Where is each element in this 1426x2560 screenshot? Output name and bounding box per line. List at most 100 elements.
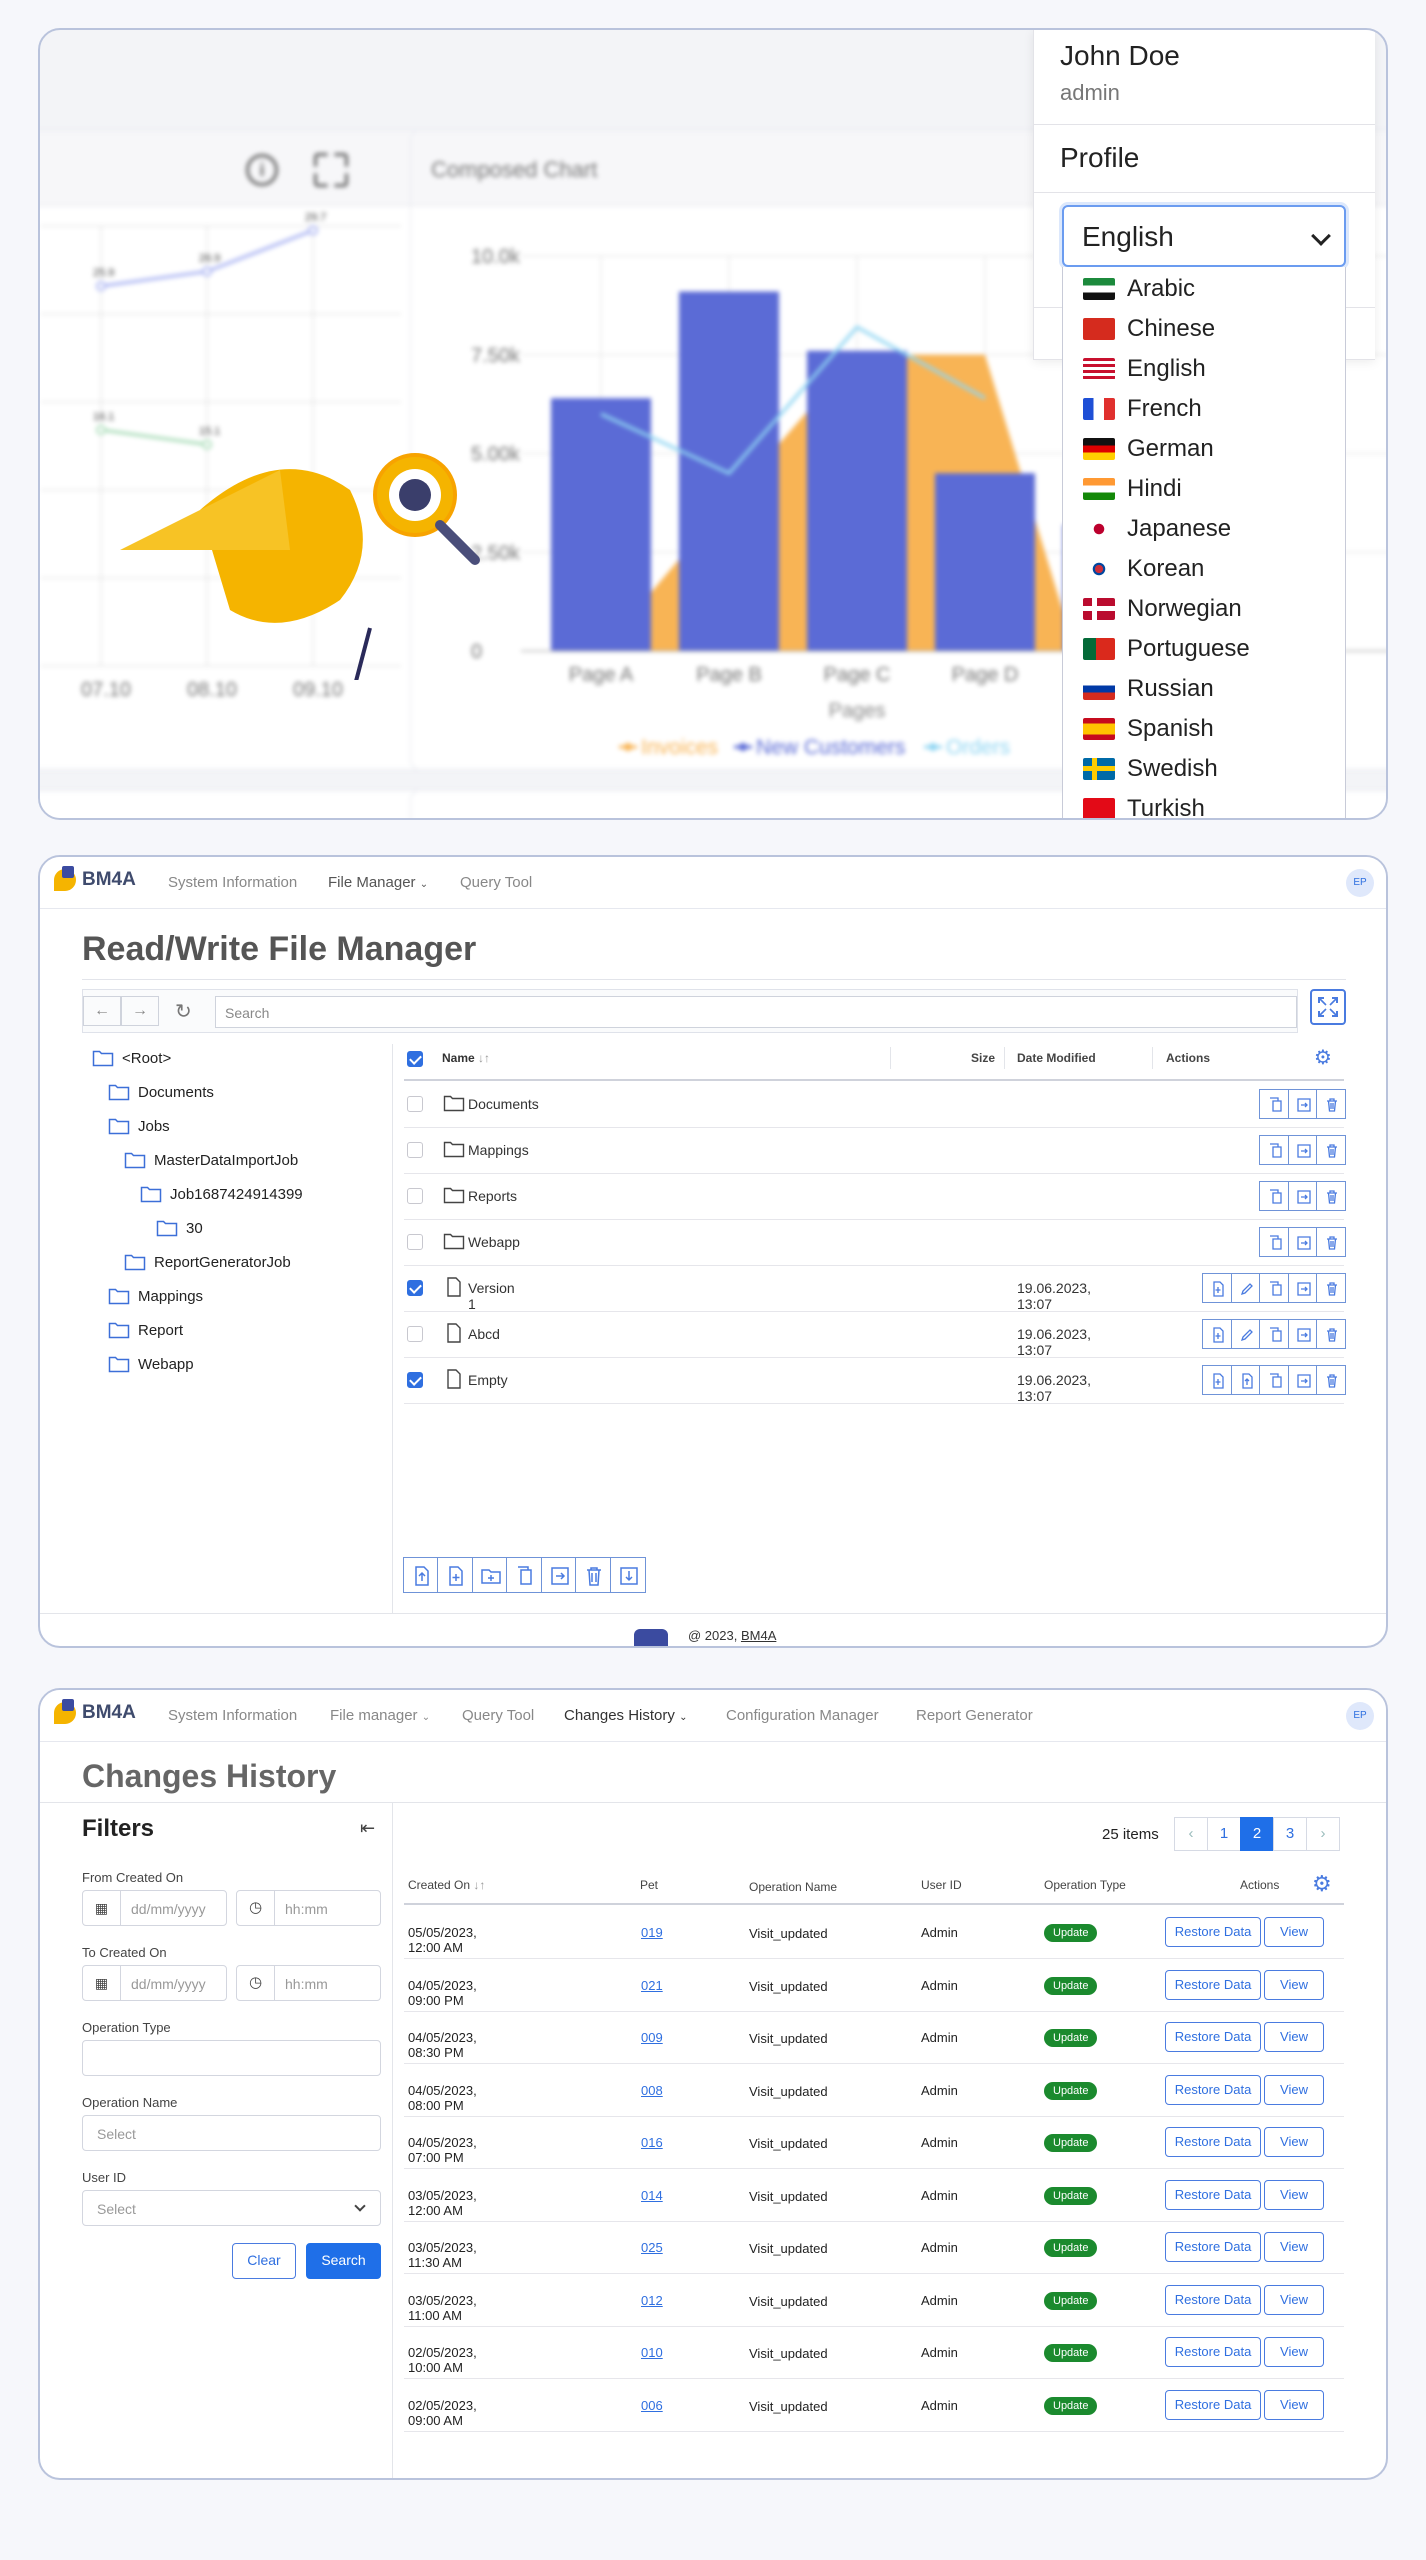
- copy-button[interactable]: [1259, 1089, 1289, 1119]
- delete-button[interactable]: [1316, 1319, 1346, 1349]
- tree-item[interactable]: Jobs: [108, 1117, 170, 1135]
- language-option-spanish[interactable]: Spanish: [1083, 711, 1214, 747]
- restore-data-button[interactable]: Restore Data: [1165, 1969, 1261, 2000]
- row-checkbox[interactable]: [407, 1188, 423, 1204]
- pet-link[interactable]: 025: [641, 2240, 663, 2255]
- language-option-english[interactable]: English: [1083, 351, 1206, 387]
- tree-item[interactable]: <Root>: [92, 1049, 171, 1067]
- pet-link[interactable]: 010: [641, 2345, 663, 2360]
- file-name[interactable]: Webapp: [468, 1234, 520, 1250]
- language-option-arabic[interactable]: Arabic: [1083, 271, 1195, 307]
- tree-item[interactable]: Job1687424914399: [140, 1185, 303, 1203]
- file-name[interactable]: Documents: [468, 1096, 539, 1112]
- language-option-korean[interactable]: Korean: [1083, 551, 1204, 587]
- delete-button[interactable]: [575, 1557, 611, 1593]
- app-logo[interactable]: BM4A: [54, 866, 136, 891]
- file-name[interactable]: Empty: [468, 1372, 508, 1388]
- pagination-page-2[interactable]: 2: [1240, 1817, 1274, 1851]
- file-name[interactable]: Mappings: [468, 1142, 529, 1158]
- refresh-icon[interactable]: ↻: [175, 999, 192, 1024]
- restore-data-button[interactable]: Restore Data: [1165, 1917, 1261, 1947]
- nav-changes-history[interactable]: Changes History ⌄: [564, 1707, 687, 1724]
- delete-button[interactable]: [1316, 1181, 1346, 1211]
- footer-link[interactable]: BM4A: [741, 1628, 776, 1643]
- settings-gear-icon[interactable]: ⚙: [1314, 1045, 1332, 1070]
- copy-button[interactable]: [506, 1557, 542, 1593]
- new-folder-button[interactable]: [471, 1557, 508, 1593]
- from-date-input[interactable]: ▦ dd/mm/yyyy: [82, 1890, 227, 1926]
- pet-link[interactable]: 019: [641, 1925, 663, 1940]
- language-option-russian[interactable]: Russian: [1083, 671, 1214, 707]
- move-button[interactable]: [1287, 1365, 1318, 1395]
- pagination-page-3[interactable]: 3: [1273, 1817, 1307, 1851]
- view-button[interactable]: View: [1264, 2337, 1324, 2367]
- copy-button[interactable]: [1259, 1181, 1289, 1211]
- open-file-button[interactable]: [1202, 1273, 1232, 1303]
- settings-gear-icon[interactable]: ⚙: [1312, 1871, 1332, 1897]
- nav-query-tool[interactable]: Query Tool: [462, 1707, 534, 1724]
- language-option-japanese[interactable]: Japanese: [1083, 511, 1231, 547]
- to-time-input[interactable]: ◷ hh:mm: [236, 1965, 381, 2001]
- file-name[interactable]: Reports: [468, 1188, 517, 1204]
- collapse-filters-icon[interactable]: ⇤: [360, 1818, 375, 1839]
- delete-button[interactable]: [1316, 1273, 1346, 1303]
- column-date-header[interactable]: Date Modified: [1017, 1051, 1096, 1065]
- copy-button[interactable]: [1259, 1135, 1289, 1165]
- legend-item[interactable]: Orders: [924, 736, 1010, 759]
- back-arrow-icon[interactable]: ←: [83, 996, 121, 1026]
- download-button[interactable]: [609, 1557, 646, 1593]
- nav-system-information[interactable]: System Information: [168, 874, 297, 891]
- nav-file-manager[interactable]: File Manager ⌄: [328, 874, 428, 891]
- pet-link[interactable]: 012: [641, 2293, 663, 2308]
- open-file-button[interactable]: [1202, 1319, 1232, 1349]
- move-button[interactable]: [540, 1557, 577, 1593]
- column-created-header[interactable]: Created On ↓↑: [408, 1878, 485, 1892]
- move-button[interactable]: [1287, 1227, 1318, 1257]
- pet-link[interactable]: 021: [641, 1978, 663, 1993]
- view-button[interactable]: View: [1264, 2022, 1324, 2052]
- pet-link[interactable]: 009: [641, 2030, 663, 2045]
- restore-data-button[interactable]: Restore Data: [1165, 2127, 1261, 2157]
- row-checkbox[interactable]: [407, 1326, 423, 1342]
- search-button[interactable]: Search: [306, 2243, 381, 2279]
- move-button[interactable]: [1287, 1319, 1318, 1349]
- row-checkbox[interactable]: [407, 1142, 423, 1158]
- language-option-hindi[interactable]: Hindi: [1083, 471, 1182, 507]
- upload-button[interactable]: [1230, 1365, 1261, 1395]
- pagination-prev-button[interactable]: ‹: [1174, 1817, 1208, 1851]
- bar-new-customers[interactable]: [935, 473, 1035, 651]
- pagination-next-button[interactable]: ›: [1306, 1817, 1340, 1851]
- pet-link[interactable]: 008: [641, 2083, 663, 2098]
- nav-file-manager[interactable]: File manager ⌄: [330, 1707, 430, 1724]
- language-option-portuguese[interactable]: Portuguese: [1083, 631, 1250, 667]
- row-checkbox[interactable]: [407, 1096, 423, 1112]
- pet-link[interactable]: 006: [641, 2398, 663, 2413]
- file-name[interactable]: Abcd: [468, 1326, 500, 1342]
- bar-new-customers[interactable]: [551, 398, 651, 651]
- restore-data-button[interactable]: Restore Data: [1165, 2232, 1261, 2262]
- delete-button[interactable]: [1316, 1227, 1346, 1257]
- pet-link[interactable]: 014: [641, 2188, 663, 2203]
- to-date-input[interactable]: ▦ dd/mm/yyyy: [82, 1965, 227, 2001]
- row-checkbox[interactable]: [407, 1280, 423, 1296]
- search-input[interactable]: Search: [215, 996, 1297, 1028]
- from-time-input[interactable]: ◷ hh:mm: [236, 1890, 381, 1926]
- copy-button[interactable]: [1259, 1227, 1289, 1257]
- fullscreen-icon[interactable]: [314, 153, 348, 187]
- nav-system-information[interactable]: System Information: [168, 1707, 297, 1724]
- user-avatar[interactable]: EP: [1346, 1702, 1374, 1730]
- copy-button[interactable]: [1259, 1273, 1289, 1303]
- language-select[interactable]: English: [1062, 205, 1346, 267]
- tree-item[interactable]: Webapp: [108, 1355, 194, 1373]
- legend-item[interactable]: New Customers: [734, 736, 905, 759]
- clear-button[interactable]: Clear: [232, 2243, 296, 2279]
- tree-item[interactable]: MasterDataImportJob: [124, 1151, 298, 1169]
- row-checkbox[interactable]: [407, 1234, 423, 1250]
- upload-button[interactable]: [402, 1557, 439, 1593]
- edit-button[interactable]: [1230, 1273, 1261, 1303]
- tree-item[interactable]: Report: [108, 1321, 183, 1339]
- nav-report-generator[interactable]: Report Generator: [916, 1707, 1033, 1724]
- view-button[interactable]: View: [1264, 2284, 1324, 2315]
- column-size-header[interactable]: Size: [971, 1051, 995, 1065]
- expand-view-button[interactable]: [1310, 989, 1346, 1025]
